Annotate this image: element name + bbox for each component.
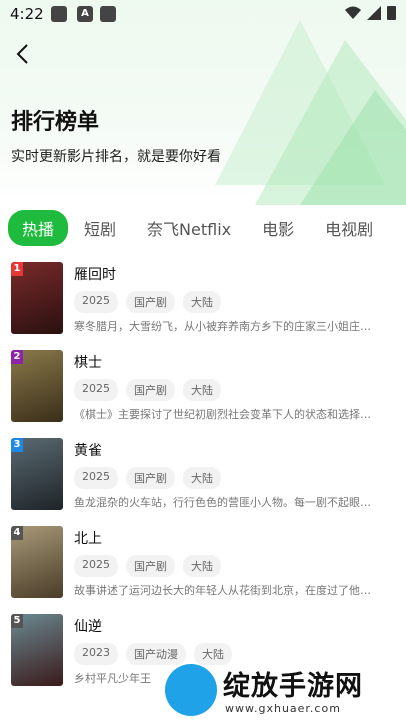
list-item[interactable]: 4 北上 2025 国产剧 大陆 故事讲述了运河边长大的年轻人从花街到北京，在度… bbox=[0, 520, 406, 608]
tag-region: 大陆 bbox=[183, 379, 221, 401]
list-item[interactable]: 1 雁回时 2025 国产剧 大陆 寒冬腊月，大雪纷飞，从小被弃养南方乡下的庄家… bbox=[0, 256, 406, 344]
notification-icon bbox=[51, 6, 67, 22]
status-bar: 4:22 A bbox=[0, 0, 406, 28]
item-tags: 2025 国产剧 大陆 bbox=[74, 555, 221, 577]
item-title: 雁回时 bbox=[74, 267, 116, 283]
tag-region: 大陆 bbox=[183, 555, 221, 577]
tag-type: 国产剧 bbox=[126, 555, 175, 577]
page-subtitle: 实时更新影片排名，就是要你好看 bbox=[11, 149, 221, 165]
tab-netflix[interactable]: 奈飞Netflix bbox=[132, 210, 246, 246]
item-description: 《棋士》主要探讨了世纪初剧烈社会变革下人的状态和选择… bbox=[74, 408, 371, 421]
tab-tv[interactable]: 电视剧 bbox=[310, 210, 388, 246]
poster-image: 1 bbox=[11, 262, 63, 334]
rank-badge: 1 bbox=[11, 262, 23, 276]
watermark-text: 绽放手游网 bbox=[223, 671, 363, 702]
back-button[interactable] bbox=[12, 42, 40, 70]
tag-year: 2025 bbox=[74, 291, 118, 313]
watermark-url: www.gxhuaer.com bbox=[225, 702, 341, 715]
header-banner bbox=[0, 0, 406, 205]
tag-region: 大陆 bbox=[183, 291, 221, 313]
item-description: 故事讲述了运河边长大的年轻人从花街到北京，在度过了他… bbox=[74, 584, 371, 597]
tag-year: 2023 bbox=[74, 643, 118, 665]
tab-hot[interactable]: 热播 bbox=[8, 210, 69, 246]
poster-image: 4 bbox=[11, 526, 63, 598]
tag-type: 国产剧 bbox=[126, 291, 175, 313]
item-description: 寒冬腊月，大雪纷飞，从小被弃养南方乡下的庄家三小姐庄… bbox=[74, 320, 371, 333]
tag-year: 2025 bbox=[74, 555, 118, 577]
rank-badge: 4 bbox=[11, 526, 23, 540]
item-title: 北上 bbox=[74, 531, 102, 547]
signal-icon bbox=[367, 5, 381, 20]
item-tags: 2025 国产剧 大陆 bbox=[74, 467, 221, 489]
watermark: 绽放手游网 www.gxhuaer.com bbox=[165, 660, 406, 721]
list-item[interactable]: 2 棋士 2025 国产剧 大陆 《棋士》主要探讨了世纪初剧烈社会变革下人的状态… bbox=[0, 344, 406, 432]
tag-type: 国产剧 bbox=[126, 467, 175, 489]
poster-image: 2 bbox=[11, 350, 63, 422]
octopus-logo-icon bbox=[165, 664, 217, 716]
item-title: 仙逆 bbox=[74, 619, 102, 635]
rank-badge: 2 bbox=[11, 350, 23, 364]
tag-type: 国产剧 bbox=[126, 379, 175, 401]
category-tabs: 热播 短剧 奈飞Netflix 电影 电视剧 bbox=[0, 210, 406, 246]
notification-icon bbox=[100, 6, 116, 22]
tab-short[interactable]: 短剧 bbox=[69, 210, 131, 246]
status-time: 4:22 bbox=[10, 5, 44, 23]
wifi-icon bbox=[345, 6, 361, 19]
item-description: 鱼龙混杂的火车站，行行色色的营匪小人物。每一剧不起眼… bbox=[74, 496, 371, 509]
item-tags: 2025 国产剧 大陆 bbox=[74, 291, 221, 313]
tab-movie[interactable]: 电影 bbox=[247, 210, 309, 246]
rank-badge: 3 bbox=[11, 438, 23, 452]
rank-badge: 5 bbox=[11, 614, 23, 628]
item-title: 棋士 bbox=[74, 355, 102, 371]
page-title: 排行榜单 bbox=[11, 110, 100, 135]
poster-image: 5 bbox=[11, 614, 63, 686]
system-icons bbox=[345, 5, 396, 20]
list-item[interactable]: 3 黄雀 2025 国产剧 大陆 鱼龙混杂的火车站，行行色色的营匪小人物。每一剧… bbox=[0, 432, 406, 520]
item-title: 黄雀 bbox=[74, 443, 102, 459]
chevron-left-icon bbox=[16, 44, 28, 64]
tag-year: 2025 bbox=[74, 467, 118, 489]
item-tags: 2025 国产剧 大陆 bbox=[74, 379, 221, 401]
ranking-list: 1 雁回时 2025 国产剧 大陆 寒冬腊月，大雪纷飞，从小被弃养南方乡下的庄家… bbox=[0, 256, 406, 696]
battery-icon bbox=[387, 6, 396, 20]
tag-region: 大陆 bbox=[183, 467, 221, 489]
tag-year: 2025 bbox=[74, 379, 118, 401]
decorative-triangles bbox=[215, 20, 406, 205]
notification-a-icon: A bbox=[77, 6, 93, 22]
poster-image: 3 bbox=[11, 438, 63, 510]
